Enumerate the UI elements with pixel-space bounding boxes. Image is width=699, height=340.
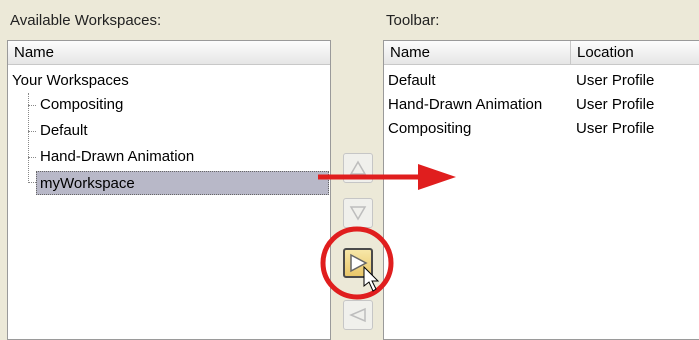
red-arrow-icon [318,164,456,190]
mouse-cursor-icon [363,265,380,292]
annotation-overlay [318,164,456,300]
red-circle-icon [320,226,394,300]
